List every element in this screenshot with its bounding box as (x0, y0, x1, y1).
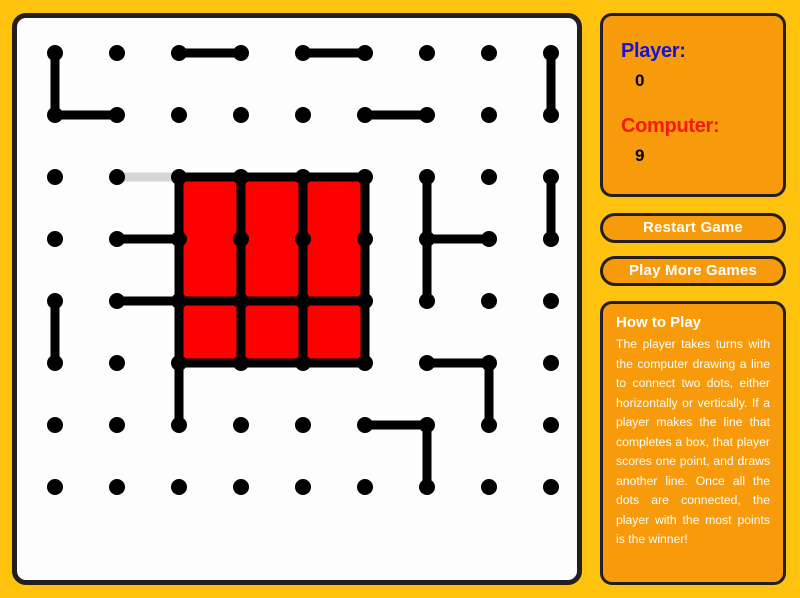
how-to-play-panel: How to Play The player takes turns with … (600, 301, 786, 585)
board-dot[interactable] (481, 479, 497, 495)
board-dot[interactable] (171, 417, 187, 433)
board-dot[interactable] (109, 169, 125, 185)
board-dot[interactable] (47, 169, 63, 185)
filled-box (241, 301, 303, 363)
board-dot[interactable] (419, 479, 435, 495)
board-dot[interactable] (481, 355, 497, 371)
side-panel: Player: 0 Computer: 9 Restart Game Play … (600, 13, 788, 585)
board-dot[interactable] (47, 231, 63, 247)
board-dot[interactable] (357, 417, 373, 433)
board-dot[interactable] (109, 417, 125, 433)
board-dot[interactable] (543, 107, 559, 123)
board-dot[interactable] (171, 355, 187, 371)
board-dot[interactable] (543, 417, 559, 433)
board-dot[interactable] (481, 293, 497, 309)
filled-box (179, 239, 241, 301)
board-dot[interactable] (295, 417, 311, 433)
filled-boxes-layer (179, 177, 365, 363)
board-dot[interactable] (295, 293, 311, 309)
board-dot[interactable] (109, 231, 125, 247)
filled-box (179, 301, 241, 363)
board-dot[interactable] (109, 355, 125, 371)
board-dot[interactable] (295, 169, 311, 185)
board-dot[interactable] (171, 45, 187, 61)
board-dot[interactable] (233, 293, 249, 309)
play-more-games-button[interactable]: Play More Games (600, 256, 786, 286)
board-dot[interactable] (357, 107, 373, 123)
board-dot[interactable] (481, 45, 497, 61)
board-dot[interactable] (233, 169, 249, 185)
board-dot[interactable] (419, 45, 435, 61)
board-dot[interactable] (295, 45, 311, 61)
board-dot[interactable] (47, 417, 63, 433)
filled-box (303, 301, 365, 363)
board-canvas[interactable] (17, 18, 577, 580)
board-dot[interactable] (109, 107, 125, 123)
board-dot[interactable] (47, 355, 63, 371)
board-dot[interactable] (171, 169, 187, 185)
board-dot[interactable] (543, 479, 559, 495)
board-dot[interactable] (419, 231, 435, 247)
board-dot[interactable] (109, 293, 125, 309)
board-dot[interactable] (233, 107, 249, 123)
filled-box (179, 177, 241, 239)
scoreboard: Player: 0 Computer: 9 (600, 13, 786, 197)
board-dot[interactable] (47, 45, 63, 61)
board-dot[interactable] (171, 107, 187, 123)
board-dot[interactable] (419, 293, 435, 309)
board-dot[interactable] (543, 355, 559, 371)
board-dot[interactable] (419, 355, 435, 371)
board-dot[interactable] (47, 293, 63, 309)
board-dot[interactable] (419, 417, 435, 433)
player-score-label: Player: (621, 40, 686, 62)
board-dot[interactable] (481, 417, 497, 433)
player-score-value: 0 (635, 71, 645, 90)
filled-box (303, 177, 365, 239)
board-dot[interactable] (481, 107, 497, 123)
board-dot[interactable] (543, 231, 559, 247)
board-dot[interactable] (171, 479, 187, 495)
board-dot[interactable] (109, 45, 125, 61)
board-dot[interactable] (171, 231, 187, 247)
how-to-play-body: The player takes turns with the computer… (616, 337, 770, 546)
filled-box (241, 239, 303, 301)
board-dot[interactable] (543, 45, 559, 61)
board-dot[interactable] (543, 169, 559, 185)
board-dot[interactable] (233, 231, 249, 247)
board-dot[interactable] (233, 355, 249, 371)
filled-box (303, 239, 365, 301)
board-dot[interactable] (295, 107, 311, 123)
board-dot[interactable] (47, 107, 63, 123)
how-to-play-title: How to Play (616, 314, 702, 331)
board-dot[interactable] (47, 479, 63, 495)
board-dot[interactable] (295, 355, 311, 371)
game-board[interactable] (12, 13, 582, 585)
board-dot[interactable] (357, 45, 373, 61)
computer-score-value: 9 (635, 146, 645, 165)
game-app: Player: 0 Computer: 9 Restart Game Play … (0, 0, 800, 598)
board-dot[interactable] (357, 293, 373, 309)
board-dot[interactable] (481, 169, 497, 185)
board-dot[interactable] (543, 293, 559, 309)
board-dot[interactable] (419, 107, 435, 123)
board-dot[interactable] (419, 169, 435, 185)
board-dot[interactable] (233, 417, 249, 433)
board-dot[interactable] (295, 479, 311, 495)
board-dot[interactable] (295, 231, 311, 247)
board-dot[interactable] (357, 231, 373, 247)
board-dot[interactable] (357, 355, 373, 371)
board-dot[interactable] (233, 479, 249, 495)
board-dot[interactable] (233, 45, 249, 61)
restart-game-button[interactable]: Restart Game (600, 213, 786, 243)
board-dot[interactable] (109, 479, 125, 495)
filled-box (241, 177, 303, 239)
board-dot[interactable] (171, 293, 187, 309)
board-dot[interactable] (357, 169, 373, 185)
board-dot[interactable] (481, 231, 497, 247)
board-dot[interactable] (357, 479, 373, 495)
computer-score-label: Computer: (621, 115, 720, 137)
